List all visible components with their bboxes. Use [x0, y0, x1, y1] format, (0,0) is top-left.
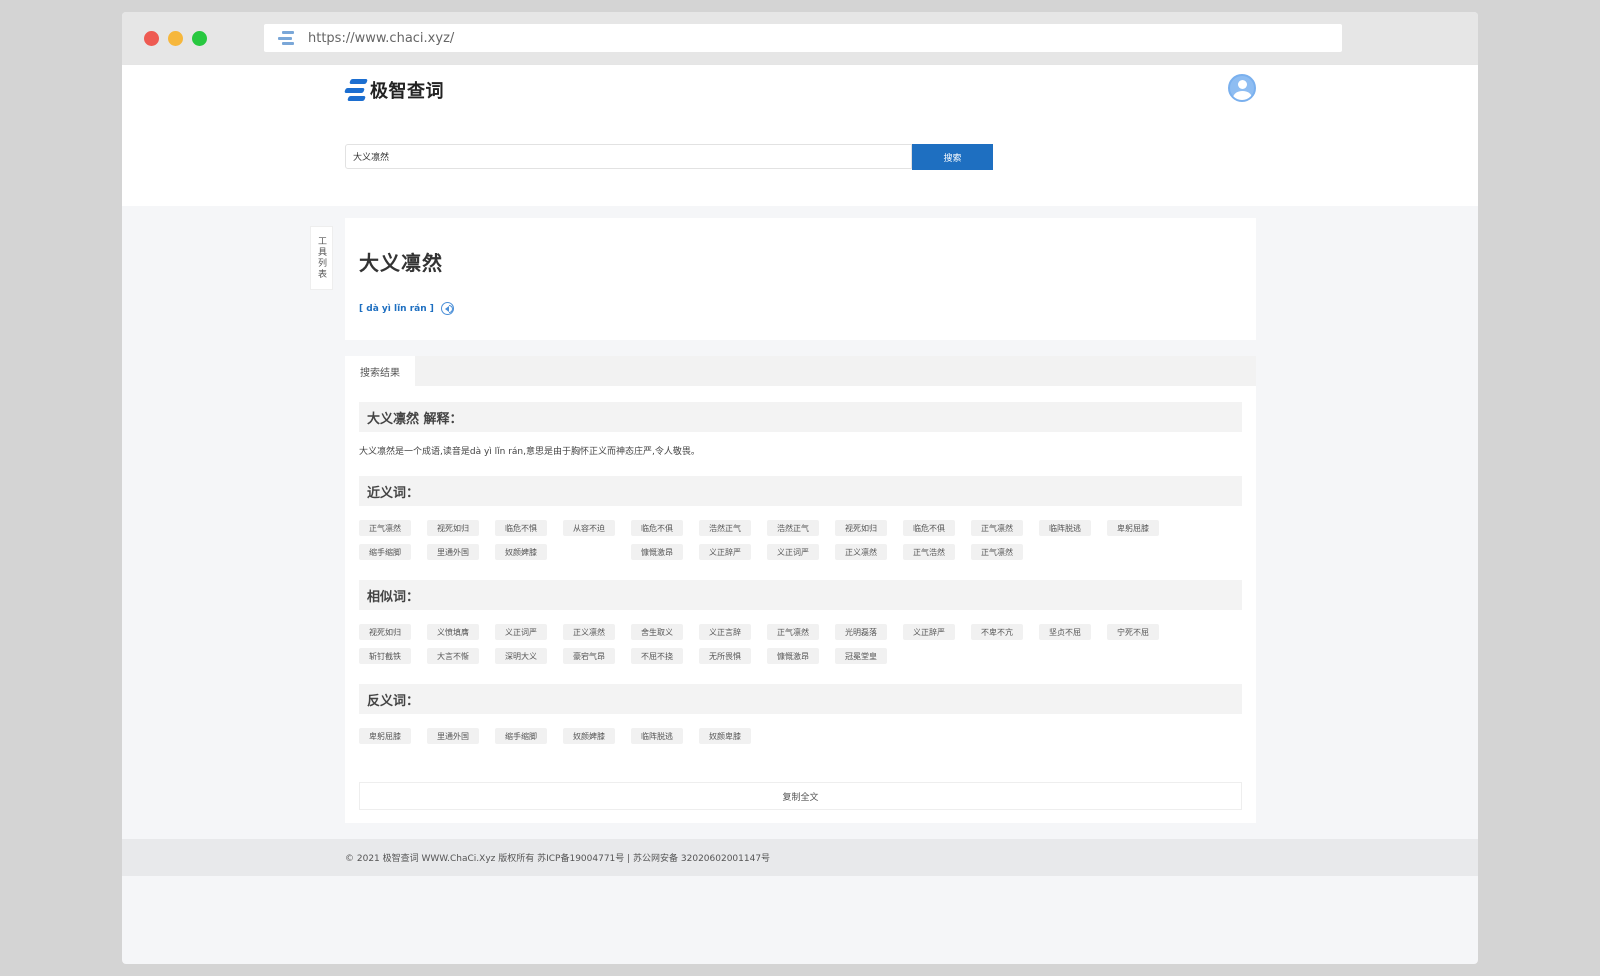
site-logo[interactable]: 极智查词 — [344, 77, 444, 103]
word-tag[interactable]: 正气凛然 — [971, 544, 1023, 560]
word-tag[interactable]: 不屈不挠 — [631, 648, 683, 664]
word-tag[interactable]: 里通外国 — [427, 728, 479, 744]
close-window-button[interactable] — [144, 31, 159, 46]
word-tag[interactable]: 宁死不屈 — [1107, 624, 1159, 640]
tab-search-results[interactable]: 搜索结果 — [345, 356, 415, 386]
results-card: 搜索结果 大义凛然 解释： 大义凛然是一个成语,读音是dà yì lǐn rán… — [345, 356, 1256, 823]
word-tag[interactable]: 坚贞不屈 — [1039, 624, 1091, 640]
word-tag[interactable]: 卑躬屈膝 — [1107, 520, 1159, 536]
word-tag[interactable]: 卑躬屈膝 — [359, 728, 411, 744]
maximize-window-button[interactable] — [192, 31, 207, 46]
word-tag[interactable]: 从容不迫 — [563, 520, 615, 536]
word-title: 大义凛然 — [359, 251, 443, 275]
url-text[interactable]: https://www.chaci.xyz/ — [308, 31, 454, 46]
word-tag[interactable]: 浩然正气 — [699, 520, 751, 536]
pinyin-row: [ dà yì lǐn rán ] — [359, 302, 454, 315]
word-tag[interactable]: 奴颜婢膝 — [563, 728, 615, 744]
word-tag[interactable]: 慷慨激昂 — [767, 648, 819, 664]
word-tag[interactable]: 深明大义 — [495, 648, 547, 664]
word-tag[interactable]: 奴颜卑膝 — [699, 728, 751, 744]
word-tag[interactable]: 临危不俱 — [903, 520, 955, 536]
word-tag[interactable]: 临阵脱逃 — [631, 728, 683, 744]
word-tag[interactable]: 正气凛然 — [971, 520, 1023, 536]
word-tag[interactable]: 视死如归 — [835, 520, 887, 536]
address-bar[interactable]: https://www.chaci.xyz/ — [264, 24, 1342, 52]
results-tabs: 搜索结果 — [345, 356, 1256, 386]
logo-text: 极智查词 — [370, 81, 444, 102]
copy-all-button[interactable]: 复制全文 — [359, 782, 1242, 810]
word-tag[interactable]: 义愤填膺 — [427, 624, 479, 640]
explain-heading: 大义凛然 解释： — [359, 402, 1242, 432]
word-tag[interactable]: 义正言辞 — [699, 624, 751, 640]
word-tag[interactable]: 光明磊落 — [835, 624, 887, 640]
word-tag[interactable]: 正义凛然 — [563, 624, 615, 640]
word-tag[interactable]: 冠冕堂皇 — [835, 648, 887, 664]
word-tag[interactable]: 舍生取义 — [631, 624, 683, 640]
word-tag[interactable]: 无所畏惧 — [699, 648, 751, 664]
browser-window: https://www.chaci.xyz/ 极智查词 搜索 工具列表 大义凛然… — [122, 12, 1478, 964]
word-tag[interactable]: 义正辞严 — [903, 624, 955, 640]
explain-text: 大义凛然是一个成语,读音是dà yì lǐn rán,意思是由于胸怀正义而神态庄… — [359, 447, 700, 457]
audio-play-icon[interactable] — [440, 302, 454, 315]
similar-heading: 相似词： — [359, 580, 1242, 610]
word-tag[interactable]: 浩然正气 — [767, 520, 819, 536]
word-tag[interactable]: 大言不惭 — [427, 648, 479, 664]
word-tag[interactable]: 豪宕气昂 — [563, 648, 615, 664]
browser-chrome: https://www.chaci.xyz/ — [122, 12, 1478, 65]
word-tag[interactable]: 斩钉截铁 — [359, 648, 411, 664]
word-tag[interactable]: 奴颜婢膝 — [495, 544, 547, 560]
word-tag[interactable]: 视死如归 — [359, 624, 411, 640]
tool-list-tab[interactable]: 工具列表 — [310, 226, 333, 290]
word-tag[interactable]: 里通外国 — [427, 544, 479, 560]
word-tag[interactable]: 义正辞严 — [699, 544, 751, 560]
word-tag[interactable]: 慷慨激昂 — [631, 544, 683, 560]
logo-icon — [344, 79, 368, 101]
site-header: 极智查词 — [122, 65, 1478, 113]
search-section: 搜索 — [122, 113, 1478, 206]
search-input[interactable] — [345, 144, 912, 169]
minimize-window-button[interactable] — [168, 31, 183, 46]
user-avatar-icon[interactable] — [1228, 74, 1256, 102]
word-tag[interactable]: 正气浩然 — [903, 544, 955, 560]
word-tag[interactable]: 不卑不亢 — [971, 624, 1023, 640]
word-tag[interactable]: 视死如归 — [427, 520, 479, 536]
word-tag[interactable]: 义正词严 — [767, 544, 819, 560]
word-tag[interactable]: 正义凛然 — [835, 544, 887, 560]
word-tag[interactable]: 临危不惧 — [495, 520, 547, 536]
word-tag[interactable]: 临阵脱逃 — [1039, 520, 1091, 536]
word-tag[interactable]: 正气凛然 — [767, 624, 819, 640]
site-logo-icon — [278, 31, 294, 45]
word-tag[interactable]: 缩手缩脚 — [359, 544, 411, 560]
synonyms-heading: 近义词： — [359, 476, 1242, 506]
word-card: 大义凛然 [ dà yì lǐn rán ] — [345, 218, 1256, 340]
search-button[interactable]: 搜索 — [912, 144, 993, 170]
word-tag[interactable]: 临危不俱 — [631, 520, 683, 536]
tool-list-label: 工具列表 — [316, 236, 326, 280]
footer-text: © 2021 极智查词 WWW.ChaCi.Xyz 版权所有 苏ICP备1900… — [345, 854, 771, 864]
site-footer: © 2021 极智查词 WWW.ChaCi.Xyz 版权所有 苏ICP备1900… — [122, 839, 1478, 876]
word-tag[interactable]: 义正词严 — [495, 624, 547, 640]
word-tag[interactable]: 正气凛然 — [359, 520, 411, 536]
pinyin-text: [ dà yì lǐn rán ] — [359, 303, 434, 314]
antonyms-heading: 反义词： — [359, 684, 1242, 714]
word-tag[interactable]: 缩手缩脚 — [495, 728, 547, 744]
